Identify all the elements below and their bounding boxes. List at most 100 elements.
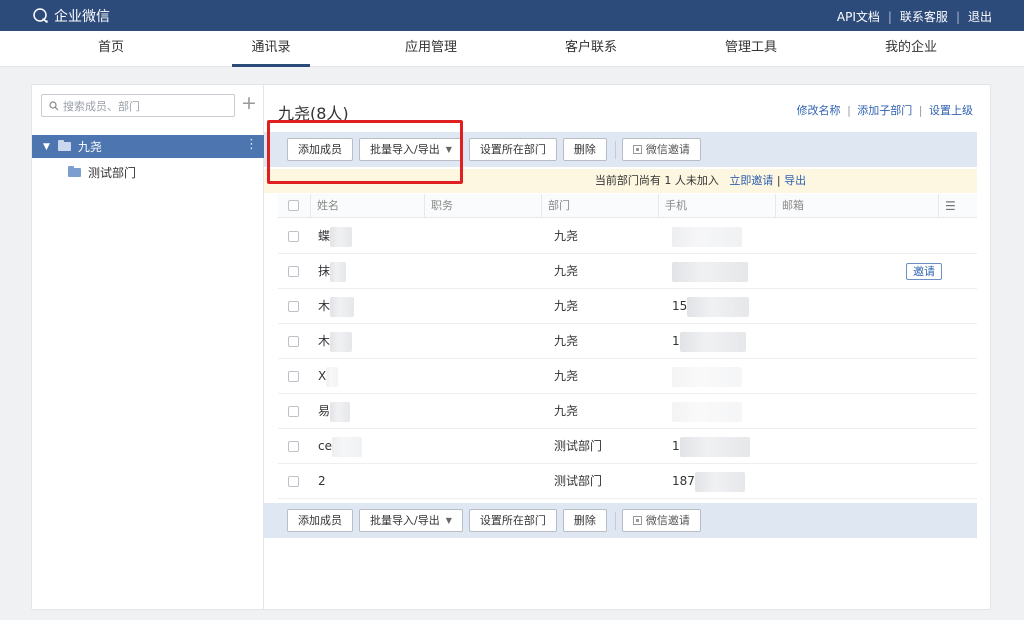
member-department: 九尧	[554, 264, 579, 278]
select-all-checkbox[interactable]	[288, 200, 299, 211]
nav-contacts[interactable]: 通讯录	[232, 31, 310, 67]
tree-item-label: 测试部门	[88, 166, 137, 180]
table-row[interactable]: 抹 九尧 邀请	[278, 254, 977, 289]
link-separator: |	[918, 104, 923, 117]
add-subdept-link[interactable]: 添加子部门	[857, 104, 912, 117]
column-phone[interactable]: 手机	[658, 194, 687, 218]
member-phone	[672, 394, 742, 429]
tree-item-root[interactable]: ▼ 九尧 ⋮	[32, 135, 264, 158]
wecom-logo-icon	[33, 8, 48, 23]
set-department-button[interactable]: 设置所在部门	[468, 509, 557, 532]
search-placeholder: 搜索成员、部门	[63, 99, 140, 113]
nav-home[interactable]: 首页	[86, 31, 136, 67]
toolbar-divider	[614, 511, 616, 530]
row-checkbox[interactable]	[288, 266, 299, 277]
nav-management-tools[interactable]: 管理工具	[720, 31, 782, 67]
nav-my-enterprise[interactable]: 我的企业	[880, 31, 942, 67]
button-label: 批量导入/导出	[370, 514, 440, 527]
rename-link[interactable]: 修改名称	[797, 104, 841, 117]
button-label: 删除	[573, 143, 596, 156]
table-row[interactable]: 2 测试部门 187	[278, 464, 977, 499]
row-checkbox[interactable]	[288, 406, 299, 417]
column-email[interactable]: 邮箱	[775, 194, 804, 218]
table-row[interactable]: 木 九尧 1	[278, 324, 977, 359]
redacted-blur	[694, 471, 745, 492]
member-name[interactable]: 2	[318, 464, 326, 499]
member-phone	[672, 359, 742, 394]
set-parent-link[interactable]: 设置上级	[929, 104, 973, 117]
delete-button[interactable]: 删除	[562, 509, 607, 532]
member-name[interactable]: X	[318, 359, 339, 394]
toolbar-bottom: 添加成员 批量导入/导出 ▼ 设置所在部门 删除 微信邀请	[264, 503, 977, 538]
member-name[interactable]: ce	[318, 429, 362, 464]
member-phone: 1	[672, 429, 750, 464]
table-row[interactable]: X 九尧	[278, 359, 977, 394]
table-row[interactable]: 易 九尧	[278, 394, 977, 429]
member-name[interactable]: 木	[318, 324, 353, 359]
logout-link[interactable]: 退出	[968, 8, 992, 25]
add-member-button[interactable]: 添加成员	[287, 509, 353, 532]
nav-app-management[interactable]: 应用管理	[400, 31, 462, 67]
member-phone: 187	[672, 464, 745, 499]
member-name[interactable]: 抹	[318, 254, 347, 289]
member-department: 测试部门	[554, 474, 603, 488]
folder-icon	[68, 166, 81, 177]
redacted-blur	[330, 226, 353, 247]
button-label: 设置所在部门	[479, 143, 546, 156]
member-phone	[672, 219, 742, 254]
search-icon	[49, 100, 59, 110]
more-options-icon[interactable]: ⋮	[245, 138, 258, 152]
row-checkbox[interactable]	[288, 336, 299, 347]
tree-item-test-dept[interactable]: 测试部门	[68, 164, 136, 181]
add-department-button[interactable]: +	[240, 93, 258, 115]
table-row[interactable]: 蝶 九尧	[278, 219, 977, 254]
link-separator: |	[955, 9, 960, 24]
search-input[interactable]: 搜索成员、部门	[41, 94, 235, 117]
department-sidebar: 搜索成员、部门 + ▼ 九尧 ⋮ 测试部门	[32, 85, 264, 609]
link-separator: |	[887, 9, 892, 24]
member-name[interactable]: 易	[318, 394, 351, 429]
row-checkbox[interactable]	[288, 371, 299, 382]
column-department[interactable]: 部门	[541, 194, 570, 218]
row-checkbox[interactable]	[288, 476, 299, 487]
member-phone: 1	[672, 324, 746, 359]
redacted-blur	[687, 296, 750, 317]
top-bar: 企业微信 API文档 | 联系客服 | 退出	[0, 0, 1024, 31]
column-name[interactable]: 姓名	[310, 194, 339, 218]
table-row[interactable]: ce 测试部门 1	[278, 429, 977, 464]
wechat-invite-button[interactable]: 微信邀请	[621, 138, 701, 161]
button-label: 删除	[573, 514, 596, 527]
dropdown-arrow-icon: ▼	[445, 516, 452, 525]
redacted-blur	[672, 261, 748, 282]
export-link[interactable]: 导出	[784, 174, 806, 187]
redacted-blur	[679, 331, 746, 352]
column-settings-icon[interactable]: ☰	[938, 194, 956, 218]
invite-button[interactable]: 邀请	[906, 263, 942, 280]
wechat-invite-button[interactable]: 微信邀请	[621, 509, 701, 532]
button-label: 添加成员	[298, 514, 342, 527]
collapse-caret-icon[interactable]: ▼	[43, 142, 50, 152]
annotation-highlight-box	[267, 120, 463, 184]
redacted-blur	[679, 436, 750, 457]
row-checkbox[interactable]	[288, 301, 299, 312]
row-checkbox[interactable]	[288, 441, 299, 452]
column-title[interactable]: 职务	[424, 194, 453, 218]
member-department: 九尧	[554, 369, 579, 383]
tree-item-label: 九尧	[77, 140, 102, 154]
member-name[interactable]: 木	[318, 289, 355, 324]
batch-import-export-button[interactable]: 批量导入/导出 ▼	[359, 509, 463, 532]
redacted-blur	[672, 366, 742, 387]
qr-code-icon	[632, 516, 642, 525]
set-department-button[interactable]: 设置所在部门	[468, 138, 557, 161]
brand-logo[interactable]: 企业微信	[32, 6, 110, 26]
member-name[interactable]: 蝶	[318, 219, 353, 254]
invite-now-link[interactable]: 立即邀请	[729, 174, 773, 187]
api-docs-link[interactable]: API文档	[837, 8, 880, 25]
redacted-blur	[326, 366, 339, 387]
row-checkbox[interactable]	[288, 231, 299, 242]
member-department: 测试部门	[554, 439, 603, 453]
table-row[interactable]: 木 九尧 15	[278, 289, 977, 324]
delete-button[interactable]: 删除	[562, 138, 607, 161]
contact-support-link[interactable]: 联系客服	[900, 8, 948, 25]
nav-customer-contact[interactable]: 客户联系	[560, 31, 622, 67]
